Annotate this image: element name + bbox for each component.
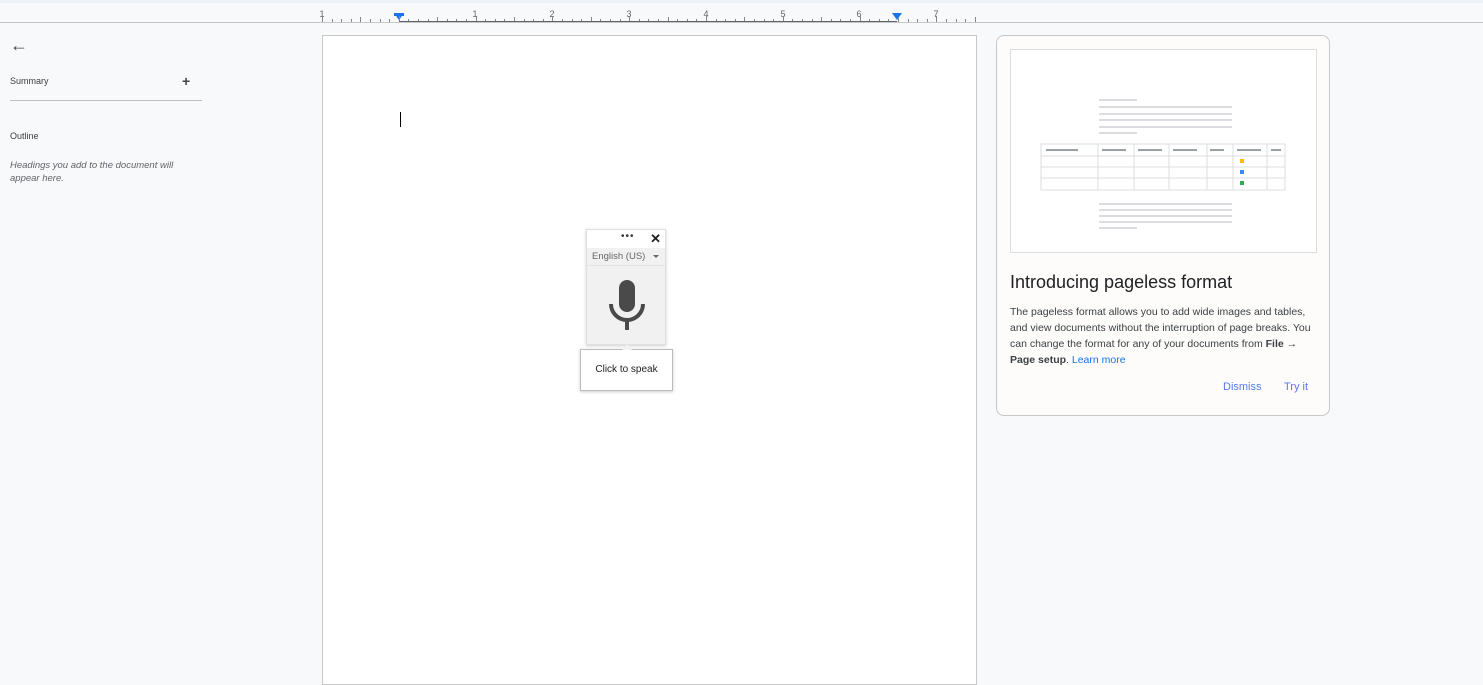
pageless-preview-illustration (1010, 49, 1317, 253)
click-to-speak-tooltip: Click to speak (580, 344, 673, 391)
ruler-tick (936, 16, 938, 22)
more-options-icon[interactable]: ••• (621, 231, 635, 242)
ruler-tick (926, 19, 928, 22)
sidebar-divider (10, 100, 202, 101)
ruler-tick (379, 19, 381, 22)
summary-heading: Summary (10, 76, 49, 86)
ruler-tick (360, 17, 362, 22)
text-cursor (400, 112, 401, 127)
ruler-tick (946, 19, 947, 22)
ruler-tick (907, 19, 909, 22)
dropdown-caret-icon (653, 255, 659, 258)
outline-hint: Headings you add to the document will ap… (10, 160, 174, 184)
card-body: The pageless format allows you to add wi… (1010, 304, 1315, 368)
right-indent-marker[interactable] (892, 13, 902, 20)
ruler-tick (955, 19, 957, 22)
ruler-text-area (399, 21, 897, 22)
horizontal-ruler[interactable]: 11234567 (0, 3, 1483, 23)
ruler-tick (322, 16, 323, 22)
ruler-tick (389, 19, 391, 22)
ruler-tick (965, 19, 967, 22)
ruler-tick (917, 19, 919, 22)
add-summary-button[interactable]: + (182, 73, 190, 89)
language-label: English (US) (592, 251, 646, 262)
ruler-tick (370, 19, 371, 22)
close-icon[interactable]: ✕ (650, 231, 661, 247)
ruler-tick (341, 19, 343, 22)
outline-heading: Outline (10, 131, 39, 141)
card-title: Introducing pageless format (1010, 272, 1233, 292)
language-select[interactable]: English (US) (587, 248, 665, 266)
back-arrow-icon[interactable]: ← (10, 35, 28, 56)
microphone-icon[interactable] (607, 280, 647, 332)
ruler-tick (898, 17, 899, 22)
learn-more-link[interactable]: Learn more (1072, 354, 1126, 366)
ruler-tick (350, 19, 352, 22)
dismiss-button[interactable]: Dismiss (1223, 381, 1262, 393)
pageless-format-card: Introducing pageless format The pageless… (996, 35, 1330, 416)
ruler-tick (974, 17, 976, 22)
preview-image (1040, 99, 1286, 229)
ruler-tick (331, 19, 333, 22)
voice-typing-panel: ••• ✕ English (US) (586, 229, 666, 345)
try-it-button[interactable]: Try it (1284, 381, 1308, 393)
